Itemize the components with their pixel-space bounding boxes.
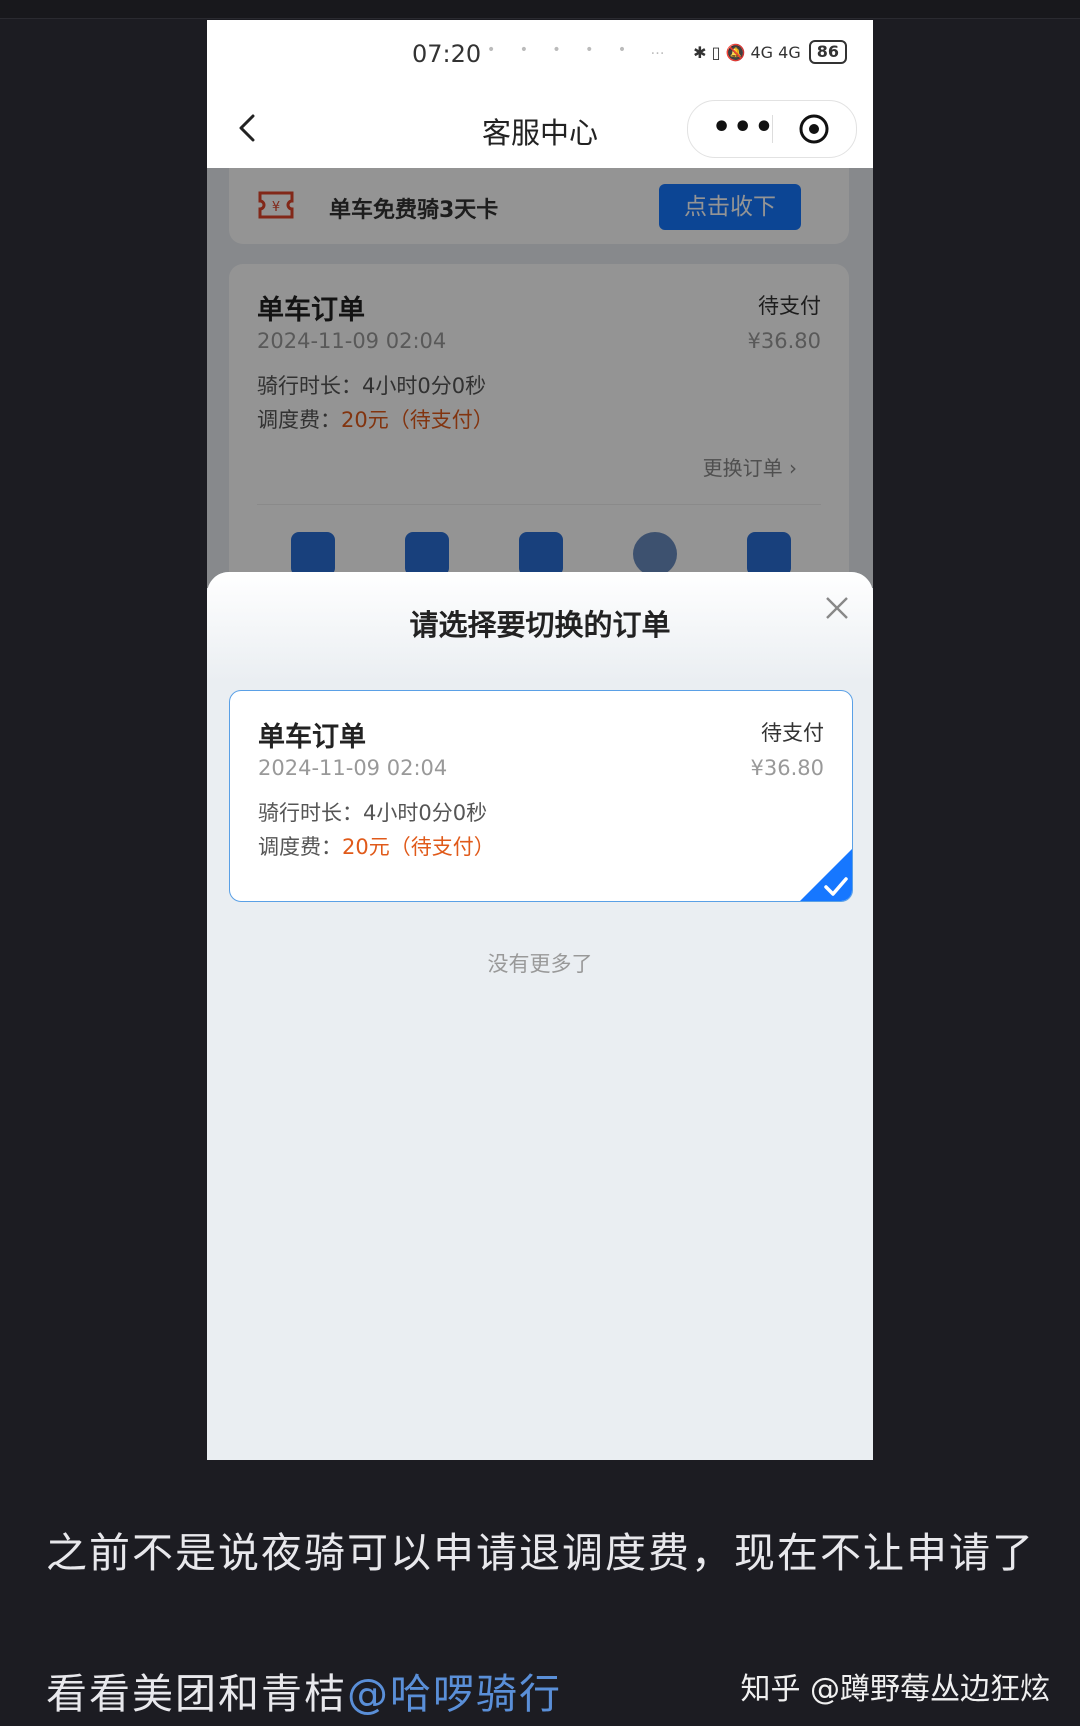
fee-label: 调度费： (258, 835, 342, 859)
ride-duration: 骑行时长：4小时0分0秒 (258, 797, 487, 827)
order-date: 2024-11-09 02:04 (258, 756, 448, 780)
status-time: 07:20 (412, 40, 482, 68)
nav-bar: 客服中心 ••• (207, 88, 873, 168)
selectable-order-card[interactable]: 单车订单 待支付 2024-11-09 02:04 ¥36.80 骑行时长：4小… (229, 690, 853, 902)
post-caption: 之前不是说夜骑可以申请退调度费，现在不让申请了 (46, 1529, 1035, 1577)
sheet-title: 请选择要切换的订单 (409, 608, 671, 642)
modal-overlay[interactable] (207, 168, 873, 588)
phone-screenshot: 07:20 • • • • • … ✱ ▯ 🔕 4G 4G 86 客服中心 ••… (207, 20, 873, 1460)
mini-program-capsule: ••• (687, 100, 857, 158)
zhihu-watermark: 知乎 @蹲野莓丛边狂炫 (740, 1672, 1050, 1707)
status-notification-dots: • • • • • … (487, 42, 675, 58)
dispatch-fee: 调度费：20元（待支付） (258, 831, 495, 861)
order-status: 待支付 (761, 721, 824, 745)
no-more-text: 没有更多了 (487, 952, 593, 976)
close-icon[interactable] (823, 594, 851, 622)
mention-link[interactable]: @哈啰骑行 (347, 1670, 562, 1718)
close-miniprogram-icon[interactable] (798, 113, 830, 145)
more-icon[interactable]: ••• (712, 113, 776, 143)
capsule-divider (772, 115, 773, 143)
duration-value: 4小时0分0秒 (363, 801, 488, 825)
status-icons: ✱ ▯ 🔕 4G 4G 86 (693, 40, 847, 64)
top-strip (0, 0, 1080, 19)
order-price: ¥36.80 (750, 756, 824, 780)
status-bar: 07:20 • • • • • … ✱ ▯ 🔕 4G 4G 86 (207, 20, 873, 88)
order-title: 单车订单 (258, 722, 366, 753)
battery-icon: 86 (808, 40, 847, 64)
caption-prefix: 看看美团和青桔 (46, 1670, 347, 1718)
duration-label: 骑行时长： (258, 801, 363, 825)
switch-order-sheet: 请选择要切换的订单 单车订单 待支付 2024-11-09 02:04 ¥36.… (207, 572, 873, 1460)
signal-icons: ✱ ▯ 🔕 4G 4G (693, 42, 801, 62)
post-caption-line2: 看看美团和青桔@哈啰骑行 (46, 1660, 562, 1720)
fee-value: 20元（待支付） (342, 835, 495, 859)
selected-check-icon (800, 849, 852, 901)
